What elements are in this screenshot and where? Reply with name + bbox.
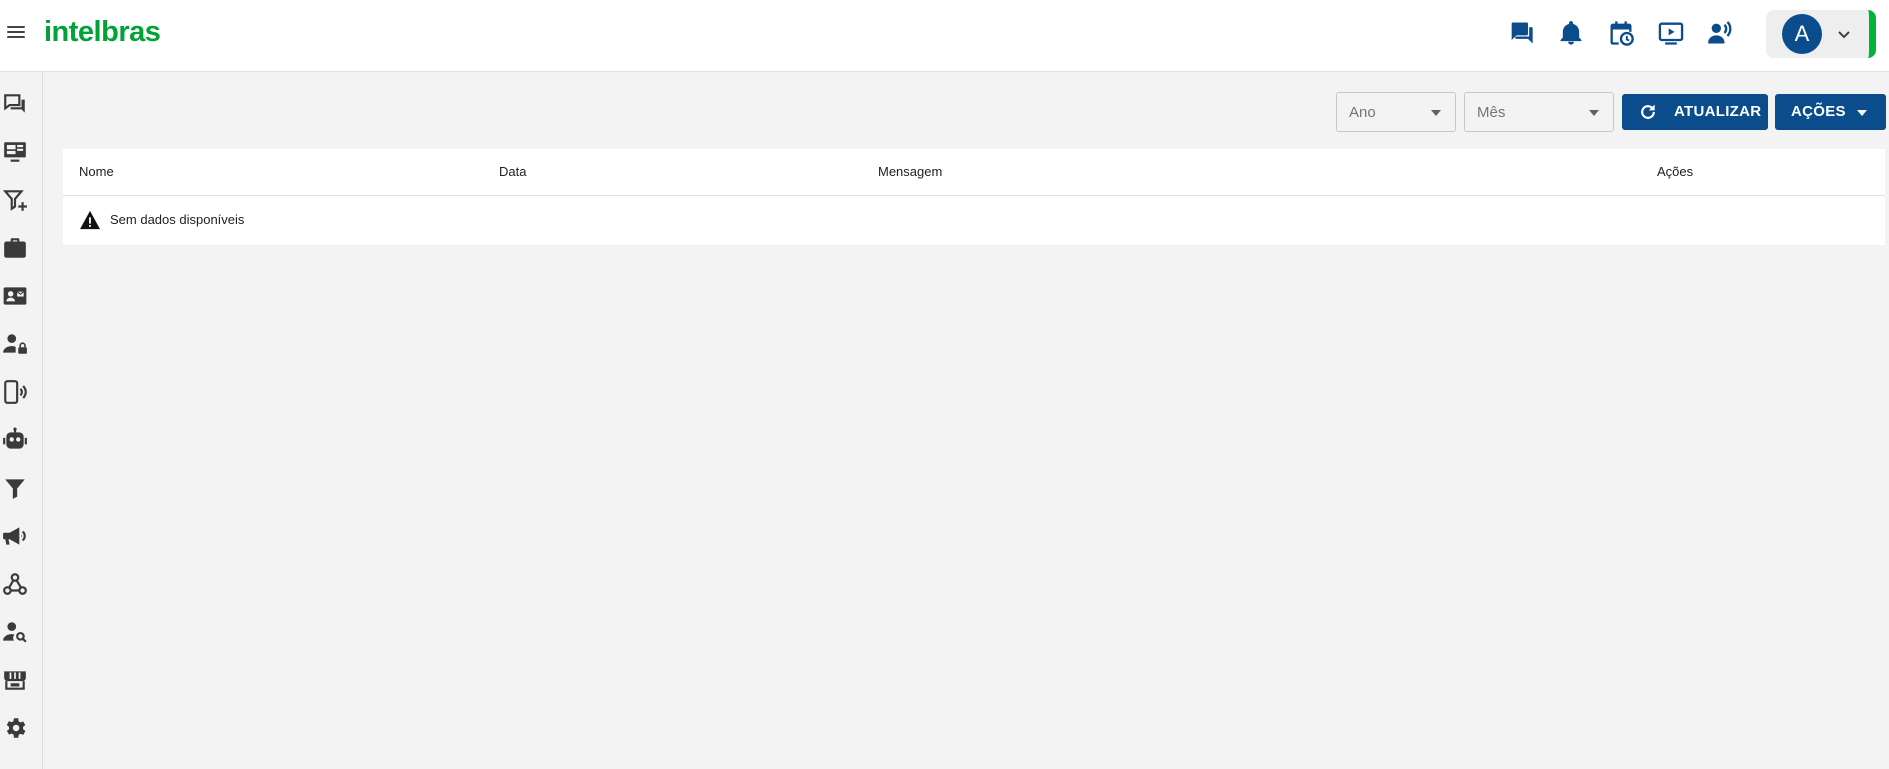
hamburger-menu-icon[interactable]: [4, 20, 28, 44]
video-play-icon[interactable]: [1657, 19, 1685, 47]
contact-card-icon[interactable]: [2, 283, 30, 311]
empty-state-row: Sem dados disponíveis: [63, 196, 1885, 245]
caret-down-icon: [1857, 110, 1867, 116]
column-header-name[interactable]: Nome: [79, 164, 114, 179]
user-lock-icon[interactable]: [2, 331, 30, 359]
schedule-calendar-icon[interactable]: [1607, 19, 1635, 47]
robot-icon[interactable]: [2, 427, 30, 455]
notifications-bell-icon[interactable]: [1557, 19, 1585, 47]
user-menu[interactable]: A: [1766, 10, 1876, 58]
chat-icon[interactable]: [1507, 19, 1535, 47]
month-select[interactable]: Mês: [1464, 92, 1614, 132]
avatar: A: [1782, 14, 1822, 54]
sidebar-nav: [0, 72, 43, 769]
year-select[interactable]: Ano: [1336, 92, 1456, 132]
table-header: Nome Data Mensagem Ações: [63, 149, 1885, 196]
refresh-button[interactable]: ATUALIZAR: [1622, 94, 1768, 130]
add-filter-icon[interactable]: [2, 187, 30, 215]
dashboard-monitor-icon[interactable]: [2, 139, 30, 167]
column-header-date[interactable]: Data: [499, 164, 526, 179]
chevron-down-icon: [1838, 31, 1850, 39]
briefcase-icon[interactable]: [2, 235, 30, 263]
warning-icon: [80, 210, 100, 230]
empty-state-message: Sem dados disponíveis: [110, 212, 245, 227]
voice-broadcast-icon[interactable]: [1707, 19, 1735, 47]
intelbras-logo: intelbras: [44, 16, 161, 48]
webhook-icon[interactable]: [2, 571, 30, 599]
megaphone-icon[interactable]: [2, 523, 30, 551]
filter-icon[interactable]: [2, 475, 30, 503]
caret-down-icon: [1431, 110, 1441, 116]
conversations-icon[interactable]: [2, 91, 30, 119]
mobile-signal-icon[interactable]: [2, 379, 30, 407]
messages-table: Nome Data Mensagem Ações Sem dados dispo…: [63, 149, 1885, 245]
month-select-placeholder: Mês: [1477, 104, 1506, 121]
settings-gear-icon[interactable]: [2, 715, 30, 743]
user-search-icon[interactable]: [2, 619, 30, 647]
actions-button-label: AÇÕES: [1791, 103, 1846, 120]
top-app-bar: intelbras A: [0, 0, 1889, 72]
refresh-icon: [1641, 104, 1655, 119]
caret-down-icon: [1589, 110, 1599, 116]
store-icon[interactable]: [2, 667, 30, 695]
refresh-button-label: ATUALIZAR: [1674, 103, 1762, 120]
column-header-message[interactable]: Mensagem: [878, 164, 942, 179]
column-header-actions: Ações: [1657, 164, 1694, 179]
actions-button[interactable]: AÇÕES: [1775, 94, 1886, 130]
year-select-placeholder: Ano: [1349, 104, 1376, 121]
